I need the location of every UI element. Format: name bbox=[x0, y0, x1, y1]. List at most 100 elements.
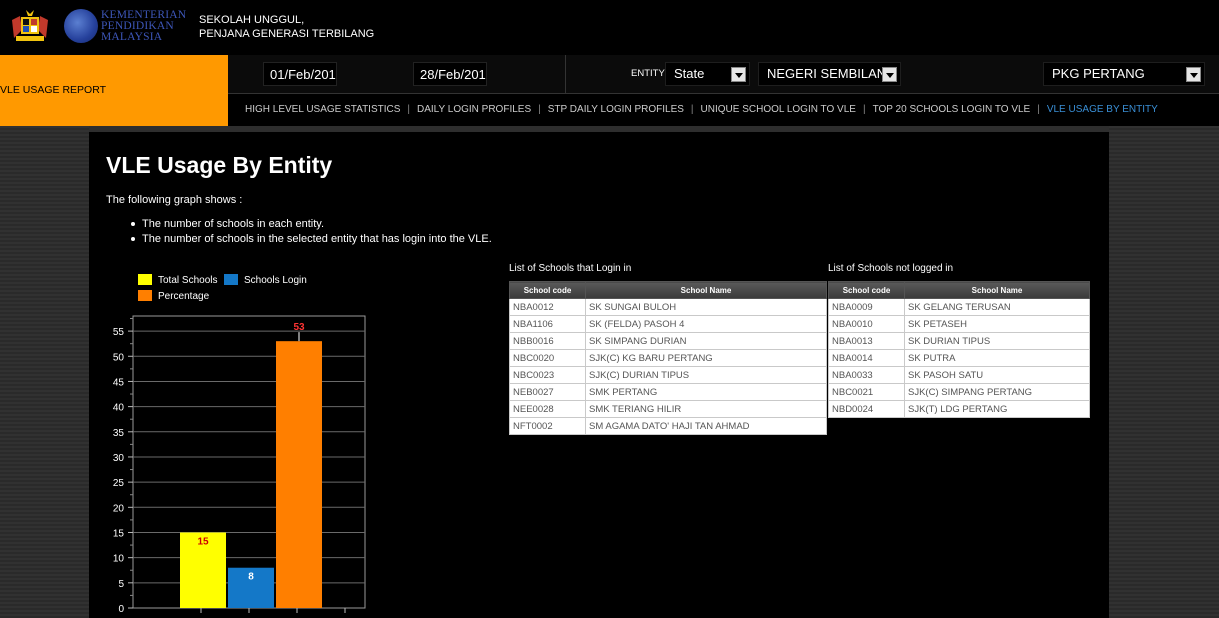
state-select-value: NEGERI SEMBILAN bbox=[767, 66, 887, 81]
ministry-name: KEMENTERIAN PENDIDIKAN MALAYSIA bbox=[101, 9, 186, 43]
nav-daily-login-profiles[interactable]: DAILY LOGIN PROFILES bbox=[417, 104, 531, 115]
report-title: VLE USAGE REPORT bbox=[0, 84, 107, 96]
nav-links: HIGH LEVEL USAGE STATISTICS | DAILY LOGIN … bbox=[245, 104, 1158, 115]
nav-unique-school-login[interactable]: UNIQUE SCHOOL LOGIN TO VLE bbox=[701, 104, 856, 115]
table-row[interactable]: NBB0016 SK SIMPANG DURIAN bbox=[509, 332, 827, 350]
ministry-line-3: MALAYSIA bbox=[101, 31, 163, 43]
y-tick-label: 0 bbox=[118, 604, 124, 615]
pkg-select-value: PKG PERTANG bbox=[1052, 66, 1145, 81]
column-header-school-code[interactable]: School code bbox=[828, 281, 905, 299]
date-from-field[interactable]: 01/Feb/201 bbox=[263, 62, 337, 86]
legend-label-percentage: Percentage bbox=[158, 291, 210, 302]
school-code-cell: NBA0033 bbox=[828, 366, 905, 384]
tagline-line-2: PENJANA GENERASI TERBILANG bbox=[199, 28, 375, 40]
login-schools-table: School code School Name NBA0012 SK SUNGAI… bbox=[509, 281, 827, 435]
school-name-cell: SK PASOH SATU bbox=[904, 366, 1090, 384]
entity-select-value: State bbox=[674, 66, 705, 81]
side-panel-left bbox=[0, 126, 89, 618]
nav-separator: | bbox=[538, 104, 541, 115]
site-header: KEMENTERIAN PENDIDIKAN MALAYSIA SEKOLAH … bbox=[0, 0, 1219, 55]
school-name-cell: SM AGAMA DATO' HAJI TAN AHMAD bbox=[585, 417, 827, 435]
plot-area bbox=[132, 315, 366, 609]
table-row[interactable]: NFT0002 SM AGAMA DATO' HAJI TAN AHMAD bbox=[509, 417, 827, 435]
table-row[interactable]: NBA0012 SK SUNGAI BULOH bbox=[509, 298, 827, 316]
y-tick-label: 25 bbox=[113, 478, 125, 489]
login-table-caption: List of Schools that Login in bbox=[509, 263, 632, 274]
malaysia-crest-logo bbox=[12, 10, 48, 41]
school-name-cell: SK DURIAN TIPUS bbox=[904, 332, 1090, 350]
legend-swatch-total bbox=[138, 274, 152, 285]
table-row[interactable]: NBC0023 SJK(C) DURIAN TIPUS bbox=[509, 366, 827, 384]
state-select[interactable]: NEGERI SEMBILAN bbox=[758, 62, 901, 86]
login-table-body: NBA0012 SK SUNGAI BULOH NBA1106 SK (FELDA) … bbox=[509, 298, 827, 435]
table-row[interactable]: NBA0009 SK GELANG TERUSAN bbox=[828, 298, 1090, 316]
school-code-cell: NBA0012 bbox=[509, 298, 586, 316]
nav-stp-daily-login[interactable]: STP DAILY LOGIN PROFILES bbox=[548, 104, 684, 115]
school-code-cell: NBA1106 bbox=[509, 315, 586, 333]
y-tick-label: 30 bbox=[113, 453, 125, 464]
table-row[interactable]: NBA0013 SK DURIAN TIPUS bbox=[828, 332, 1090, 350]
column-header-school-name[interactable]: School Name bbox=[585, 281, 827, 299]
school-name-cell: SK (FELDA) PASOH 4 bbox=[585, 315, 827, 333]
school-code-cell: NBA0009 bbox=[828, 298, 905, 316]
description-list: The number of schools in each entity. Th… bbox=[131, 218, 492, 248]
table-row[interactable]: NBC0021 SJK(C) SIMPANG PERTANG bbox=[828, 383, 1090, 401]
table-header-row: School code School Name bbox=[828, 281, 1090, 299]
date-to-field[interactable]: 28/Feb/201 bbox=[413, 62, 487, 86]
school-code-cell: NFT0002 bbox=[509, 417, 586, 435]
tagline: SEKOLAH UNGGUL, PENJANA GENERASI TERBILA… bbox=[199, 13, 374, 41]
school-code-cell: NBD0024 bbox=[828, 400, 905, 418]
nav-separator: | bbox=[1037, 104, 1040, 115]
school-name-cell: SK GELANG TERUSAN bbox=[904, 298, 1090, 316]
y-tick-label: 5 bbox=[118, 579, 124, 590]
column-header-school-code[interactable]: School code bbox=[509, 281, 586, 299]
school-code-cell: NBA0010 bbox=[828, 315, 905, 333]
chevron-down-icon[interactable] bbox=[731, 67, 746, 82]
column-header-school-name[interactable]: School Name bbox=[904, 281, 1090, 299]
school-name-cell: SJK(C) SIMPANG PERTANG bbox=[904, 383, 1090, 401]
table-row[interactable]: NEE0028 SMK TERIANG HILIR bbox=[509, 400, 827, 418]
filter-divider bbox=[565, 55, 566, 93]
table-row[interactable]: NBA1106 SK (FELDA) PASOH 4 bbox=[509, 315, 827, 333]
pkg-select[interactable]: PKG PERTANG bbox=[1043, 62, 1205, 86]
school-name-cell: SK SUNGAI BULOH bbox=[585, 298, 827, 316]
entity-label: ENTITY bbox=[631, 68, 665, 79]
school-code-cell: NEE0028 bbox=[509, 400, 586, 418]
school-code-cell: NBA0013 bbox=[828, 332, 905, 350]
data-label-2: 53 bbox=[293, 322, 305, 333]
legend-label-login: Schools Login bbox=[244, 275, 307, 286]
nav-separator: | bbox=[690, 104, 694, 115]
legend-swatch-login bbox=[224, 274, 238, 285]
y-tick-label: 10 bbox=[113, 554, 125, 565]
school-name-cell: SJK(C) KG BARU PERTANG bbox=[585, 349, 827, 367]
table-row[interactable]: NBA0033 SK PASOH SATU bbox=[828, 366, 1090, 384]
entity-select[interactable]: State bbox=[665, 62, 750, 86]
nav-high-level-usage[interactable]: HIGH LEVEL USAGE STATISTICS bbox=[245, 104, 400, 115]
table-row[interactable]: NBD0024 SJK(T) LDG PERTANG bbox=[828, 400, 1090, 418]
usage-bar-chart: 0 5 10 15 20 25 30 35 40 45 50 55 15 8 53 bbox=[113, 315, 366, 615]
legend-label-total: Total Schools bbox=[158, 275, 218, 286]
filter-bar: 01/Feb/201 28/Feb/201 ENTITY State NEGER… bbox=[228, 55, 1219, 94]
y-tick-label: 45 bbox=[113, 377, 125, 388]
school-name-cell: SK PUTRA bbox=[904, 349, 1090, 367]
school-name-cell: SJK(T) LDG PERTANG bbox=[904, 400, 1090, 418]
data-label-1: 8 bbox=[248, 572, 254, 583]
school-name-cell: SK PETASEH bbox=[904, 315, 1090, 333]
legend-item-total: Total Schools bbox=[138, 274, 217, 286]
table-row[interactable]: NEB0027 SMK PERTANG bbox=[509, 383, 827, 401]
nav-vle-usage-by-entity[interactable]: VLE USAGE BY ENTITY bbox=[1047, 104, 1158, 115]
table-row[interactable]: NBC0020 SJK(C) KG BARU PERTANG bbox=[509, 349, 827, 367]
main-content: VLE Usage By Entity The following graph … bbox=[89, 132, 1109, 618]
kpm-logo bbox=[64, 9, 98, 43]
nav-top-20-schools[interactable]: TOP 20 SCHOOLS LOGIN TO VLE bbox=[873, 104, 1031, 115]
report-title-box: VLE USAGE REPORT bbox=[0, 55, 228, 126]
y-tick-label: 20 bbox=[113, 503, 125, 514]
data-label-0: 15 bbox=[197, 536, 209, 547]
legend-item-login: Schools Login bbox=[224, 274, 307, 286]
list-item: The number of schools in the selected en… bbox=[131, 233, 492, 245]
table-row[interactable]: NBA0010 SK PETASEH bbox=[828, 315, 1090, 333]
chevron-down-icon[interactable] bbox=[882, 67, 897, 82]
table-row[interactable]: NBA0014 SK PUTRA bbox=[828, 349, 1090, 367]
list-item: The number of schools in each entity. bbox=[131, 218, 492, 230]
chevron-down-icon[interactable] bbox=[1186, 67, 1201, 82]
